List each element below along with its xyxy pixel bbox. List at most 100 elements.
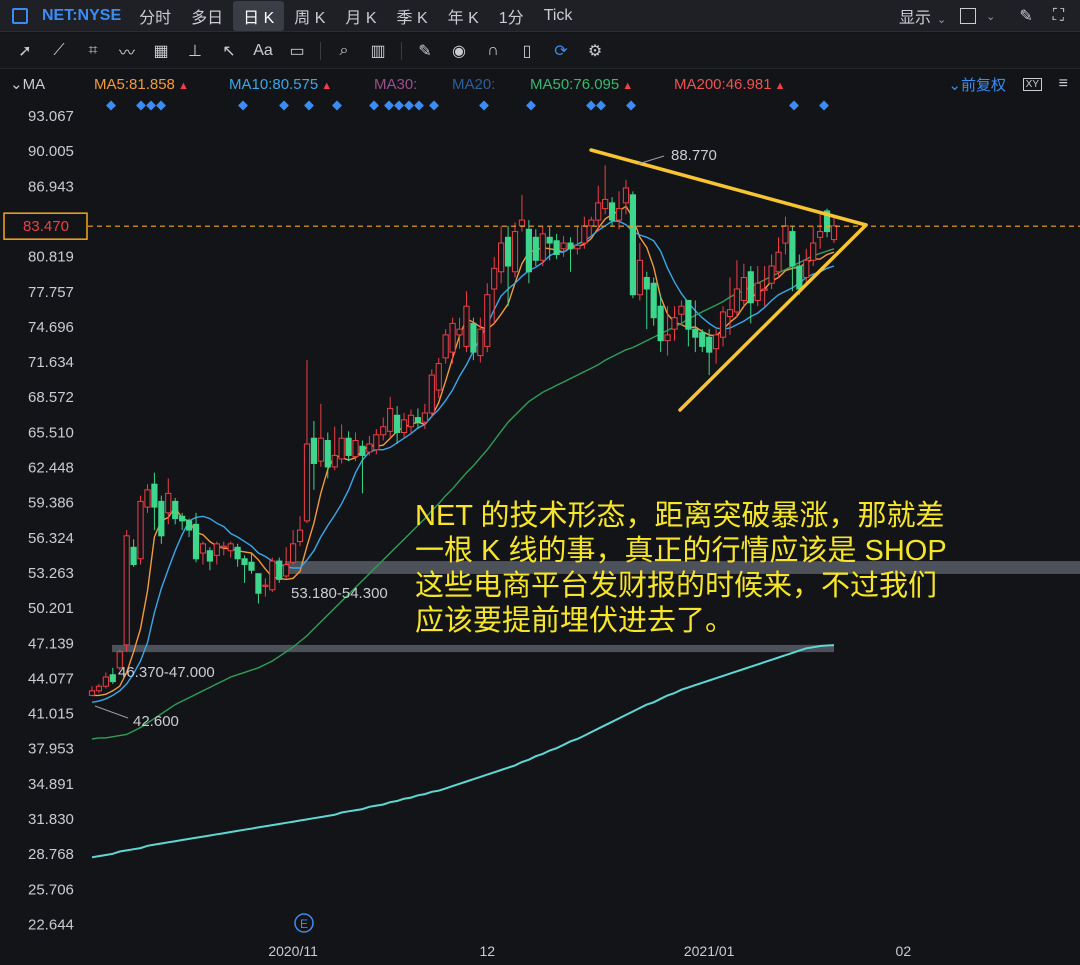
candle-up [296,529,304,543]
ma5-readout: MA5:81.858 ▲ [94,76,189,93]
sync-icon[interactable]: ⟳ [544,41,578,61]
period-tab[interactable]: 周 K [284,1,335,31]
y-tick-label: 62.448 [28,460,74,477]
fibonacci-icon[interactable]: ▦ [144,41,178,61]
wave-icon[interactable]: 〰 [110,39,144,63]
arrow-icon[interactable]: ↖ [212,41,246,61]
pen-icon[interactable]: ✎ [408,41,442,61]
candle-up [165,492,172,514]
trendline-icon[interactable]: ⟋ [42,42,76,60]
candle-up [303,443,311,522]
polyline-icon[interactable]: ⌗ [76,42,110,60]
candle-up [636,259,643,296]
note-icon[interactable]: ▭ [280,41,314,61]
candle-up [803,259,810,278]
drawing-toolbar: ➚ ⟋ ⌗ 〰 ▦ ⊥ ↖ Aa ▭ ⌕ ▥ ✎ ◉ ∩ ▯ ⟳ ⚙ [0,33,1080,69]
top-right-controls: 显示 ⌄ ⌄ ✎ ⛶ [899,0,1080,32]
chevron-down-icon[interactable]: ⌄ [986,10,995,23]
y-tick-label: 50.201 [28,600,74,617]
trash-icon[interactable]: ▯ [510,41,544,61]
candle-up [407,414,415,428]
eye-icon[interactable]: ◉ [442,41,476,61]
indicator-label: MA [22,76,46,93]
period-tab[interactable]: 日 K [233,0,285,31]
candle-up [442,334,449,359]
candle-down [234,546,241,560]
signal-diamond-icon [404,100,414,111]
indicator-selector[interactable]: ⌄MA [10,75,90,93]
signal-diamond-icon [238,100,248,111]
ma10-readout: MA10:80.575 ▲ [229,76,332,93]
text-icon[interactable]: Aa [246,42,280,60]
period-tab[interactable]: 分时 [129,1,181,31]
candle-up [435,363,442,391]
y-tick-label: 44.077 [28,670,74,687]
comment-text-line: 这些电商平台发财报的时候来，不过我们 [415,569,937,602]
xy-scale-icon[interactable]: XY [1022,77,1042,91]
symbol-label[interactable]: NET:NYSE [42,7,121,25]
signal-diamond-icon [369,100,379,111]
period-tab[interactable]: 1分 [489,1,534,31]
menu-icon[interactable]: ≡ [1059,75,1068,93]
candle-down [158,500,165,537]
period-tab[interactable]: 多日 [181,1,233,31]
y-tick-label: 77.757 [28,284,74,301]
fullscreen-icon[interactable]: ⛶ [1053,7,1064,25]
comment-text-line: 一根 K 线的事，真正的行情应该是 SHOP [415,534,947,567]
y-tick-label: 37.953 [28,741,74,758]
candle-up [719,311,727,338]
period-tab[interactable]: 年 K [438,1,489,31]
candle-down [546,236,553,244]
candle-up [768,265,775,284]
candle-down [747,271,754,304]
candle-down [206,550,213,562]
checkbox-icon[interactable] [960,8,977,24]
candle-up [199,543,207,554]
y-tick-label: 74.696 [28,319,74,336]
candle-up [352,440,359,458]
x-tick-label: 02 [896,943,912,959]
display-menu-button[interactable]: 显示 ⌄ [899,4,946,28]
candle-up [400,419,408,433]
y-tick-label: 53.263 [28,565,74,582]
candle-down [643,276,650,290]
ma30-readout: MA30: [374,75,418,93]
horizontal-line-icon[interactable]: ⊥ [178,41,212,61]
x-tick-label: 12 [479,943,495,959]
ma5-value: MA5:81.858 [94,75,175,93]
candle-down [650,282,657,319]
x-tick-label: 2020/11 [268,943,318,959]
candle-up [123,535,130,646]
candle-up [331,454,338,468]
period-tab[interactable]: 月 K [335,1,386,31]
window-icon[interactable] [12,7,28,24]
brush-icon[interactable]: ✎ [1019,6,1032,26]
period-tab[interactable]: 季 K [387,1,438,31]
candle-up [588,219,595,227]
adjust-selector[interactable]: ⌄前复权 [948,74,1006,95]
signal-diamond-icon [106,100,116,111]
zoom-icon[interactable]: ⌕ [327,42,361,60]
signal-diamond-icon [136,100,146,111]
y-tick-label: 80.819 [28,249,74,266]
magnet-icon[interactable]: ∩ [476,42,510,60]
cursor-icon[interactable]: ➚ [8,41,42,61]
candle-up [102,676,109,687]
measure-icon[interactable]: ▥ [361,41,395,61]
candlestick-chart[interactable]: 93.067 90.005 86.943 80.819 77.757 74.696 71.6… [0,98,1080,965]
candle-down [706,336,713,353]
y-tick-label: 28.768 [28,846,74,863]
candle-down [504,236,512,267]
candle-up [664,334,671,342]
candle-up [227,543,234,552]
signal-diamond-icon [384,100,394,111]
settings-icon[interactable]: ⚙ [578,41,612,61]
up-triangle-icon: ▲ [318,79,333,92]
candle-down [109,674,116,683]
period-tab[interactable]: Tick [534,4,583,28]
signal-diamond-icon [414,100,424,111]
candle-down [553,240,560,256]
candle-up [671,317,678,330]
toolbar-divider [401,41,402,60]
period-tabs: 分时 多日日 K周 K月 K季 K年 K 1分 Tick [129,0,583,31]
